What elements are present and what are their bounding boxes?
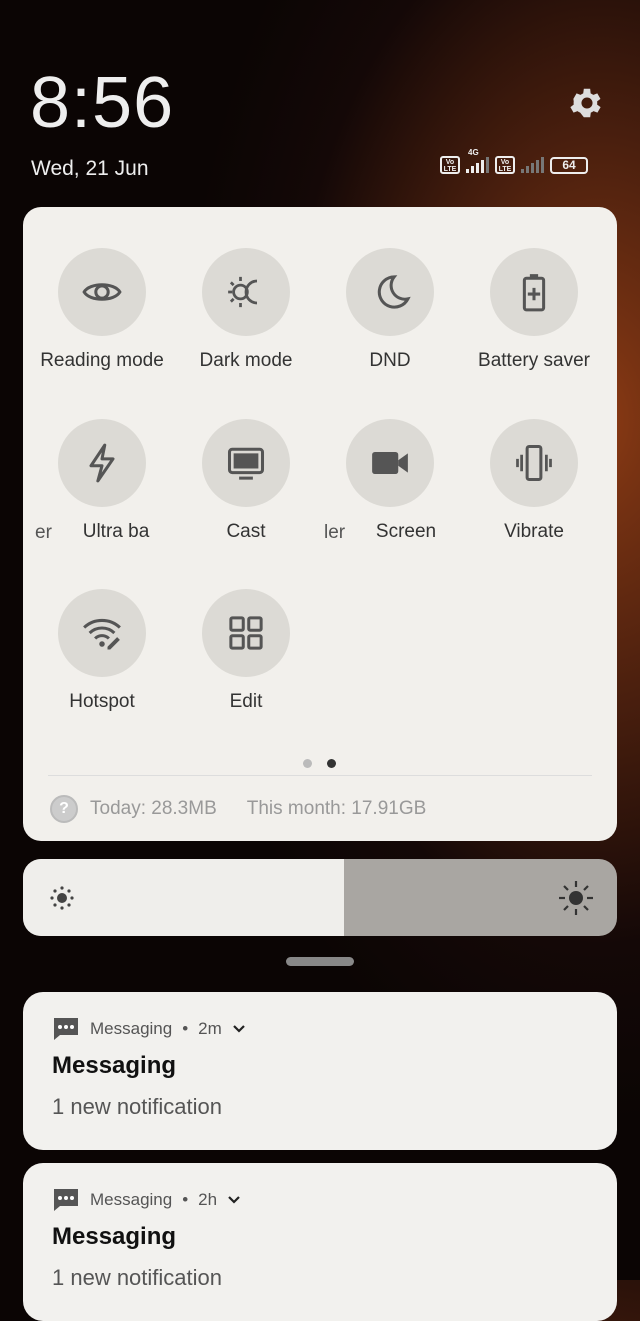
moon-icon [377,275,411,309]
clipped-tile-label: ler [324,522,346,543]
date[interactable]: Wed, 21 Jun [31,157,149,181]
page-dot-active[interactable] [327,759,336,768]
usage-month: This month: 17.91GB [246,798,427,819]
volte-icon: Vo LTE [440,156,460,174]
signal-sim2-icon [521,157,544,173]
data-usage[interactable]: ? Today: 28.3MB This month: 17.91GB [50,795,426,823]
tile-label: Ultra ba [82,521,150,542]
tile-label: Dark mode [199,350,293,371]
page-indicator[interactable] [303,759,336,768]
tile-button[interactable] [202,589,290,677]
video-camera-icon [372,452,408,474]
clock[interactable]: 8:56 [30,62,174,144]
brightness-low-icon [50,886,74,910]
tile-dark-mode[interactable]: Dark mode [174,248,318,372]
signal-sim1-icon: 4G [466,148,489,173]
tile-battery-saver[interactable]: Battery saver [462,248,606,372]
messaging-app-icon [54,1189,78,1211]
tile-reading-mode[interactable]: Reading mode [30,248,174,372]
separator-dot: • [182,1019,189,1038]
help-icon: ? [50,795,78,823]
brightness-slider[interactable] [23,859,617,936]
tile-label: Battery saver [478,350,590,371]
tile-label: DND [369,350,411,371]
tile-label: Cast [226,521,266,542]
tile-label: Edit [229,691,263,712]
tile-button[interactable] [58,589,146,677]
tile-label: Reading mode [40,350,164,371]
clipped-tile-label: er [35,522,52,543]
notification-time: 2m [198,1019,222,1038]
messaging-app-icon [54,1018,78,1040]
chevron-down-icon[interactable] [232,1024,246,1034]
tile-vibrate[interactable]: Vibrate [462,419,606,543]
divider [48,775,592,776]
page-dot[interactable] [303,759,312,768]
tile-button[interactable] [490,248,578,336]
notification-title: Messaging [52,1223,177,1250]
volte-icon: Vo LTE [495,156,515,174]
separator-dot: • [182,1190,189,1209]
notification-card[interactable]: Messaging • 2m Messaging 1 new notificati… [23,992,617,1150]
tile-button[interactable] [58,248,146,336]
monitor-icon [227,447,265,480]
eye-icon [82,283,122,301]
notification-time: 2h [198,1190,218,1209]
tile-button[interactable] [202,419,290,507]
tile-hotspot[interactable]: Hotspot [30,589,174,713]
status-bar: Vo LTE 4G Vo LTE 64 [440,148,588,174]
tile-button[interactable] [346,248,434,336]
notification-body: 1 new notification [52,1265,222,1290]
network-type: 4G [468,148,479,157]
chevron-down-icon[interactable] [227,1195,241,1205]
grid-icon [229,616,263,650]
lightning-icon [89,443,115,483]
notification-app: Messaging [90,1190,173,1209]
hotspot-icon [83,618,121,650]
battery-icon: 64 [550,156,588,174]
notification-body: 1 new notification [52,1094,222,1119]
battery-plus-icon [522,274,546,312]
tile-label: Hotspot [69,691,135,712]
notification-app: Messaging [90,1019,173,1038]
tile-button[interactable] [490,419,578,507]
notification-title: Messaging [52,1052,177,1079]
usage-today: Today: 28.3MB [90,798,217,819]
tile-dnd[interactable]: DND [318,248,462,372]
vibrate-icon [516,444,552,482]
notification-card[interactable]: Messaging • 2h Messaging 1 new notificati… [23,1163,617,1321]
brightness-high-icon [559,881,593,915]
drag-handle[interactable] [286,957,354,966]
tile-cast[interactable]: Cast [174,419,318,543]
settings-gear-icon[interactable] [568,84,606,122]
quick-settings-panel: Reading mode Dark mode DND Battery saver… [23,207,617,841]
tile-edit[interactable]: Edit [174,589,318,713]
tile-label: Vibrate [504,521,564,542]
tile-button[interactable] [58,419,146,507]
tile-button[interactable] [346,419,434,507]
dark-mode-icon [228,276,258,308]
tile-button[interactable] [202,248,290,336]
